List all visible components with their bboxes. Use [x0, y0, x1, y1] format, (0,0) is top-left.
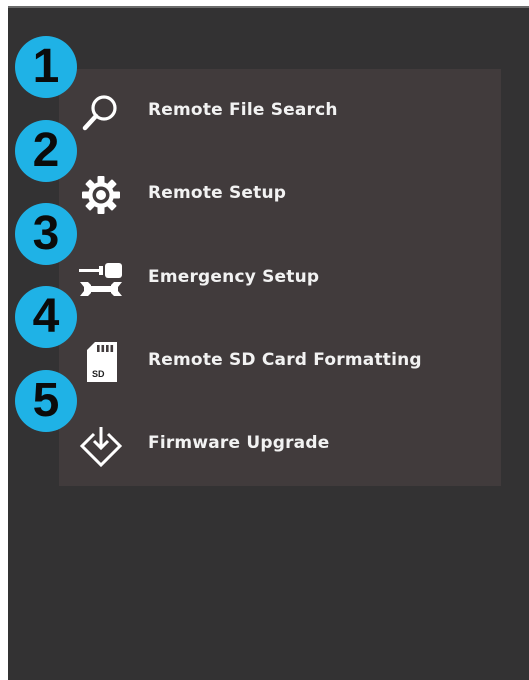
menu-label-remote-file-search: Remote File Search — [148, 100, 338, 120]
svg-text:SD: SD — [92, 369, 105, 379]
menu-label-remote-setup: Remote Setup — [148, 183, 287, 203]
tools-icon — [79, 257, 123, 301]
menu-label-firmware-upgrade: Firmware Upgrade — [148, 433, 330, 453]
menu-item-firmware-upgrade[interactable]: Firmware Upgrade — [59, 415, 501, 475]
step-badge-2: 2 — [15, 120, 77, 182]
app-window: Remote File Search Remote Setup Emergenc… — [8, 6, 529, 680]
sd-card-icon: SD — [79, 340, 123, 384]
gear-icon — [79, 173, 123, 217]
step-badge-4: 4 — [15, 286, 77, 348]
menu-item-remote-setup[interactable]: Remote Setup — [59, 165, 501, 225]
menu-item-remote-sd-card-formatting[interactable]: SD Remote SD Card Formatting — [59, 332, 501, 392]
menu-label-remote-sd-card-formatting: Remote SD Card Formatting — [148, 350, 422, 370]
search-icon — [79, 90, 123, 134]
menu-item-emergency-setup[interactable]: Emergency Setup — [59, 249, 501, 309]
step-badge-3: 3 — [15, 203, 77, 265]
download-icon — [79, 423, 123, 467]
menu-panel: Remote File Search Remote Setup Emergenc… — [59, 69, 501, 486]
menu-label-emergency-setup: Emergency Setup — [148, 267, 320, 287]
step-badge-1: 1 — [15, 36, 77, 98]
menu-item-remote-file-search[interactable]: Remote File Search — [59, 82, 501, 142]
step-badge-5: 5 — [15, 370, 77, 432]
